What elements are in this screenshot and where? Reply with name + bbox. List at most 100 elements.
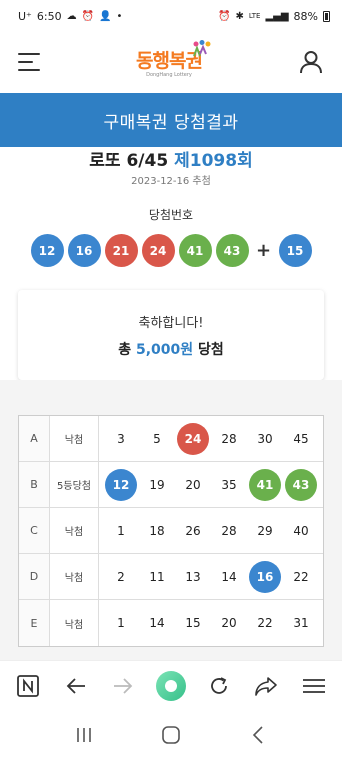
- draw-date: 2023-12-16 추첨: [131, 176, 211, 187]
- ticket-number: 2: [117, 569, 125, 584]
- android-nav-bar: [0, 710, 342, 760]
- status-left: U⁺ 6:50 ☁ ⏰ 👤 •: [18, 10, 122, 23]
- row-numbers: 2 11 13 14 16 22: [99, 560, 323, 593]
- ticket-number: 35: [221, 477, 237, 492]
- ticket-number: 11: [149, 569, 165, 584]
- dot-icon: •: [116, 10, 123, 22]
- winning-ball: 24: [141, 234, 175, 267]
- bonus-ball: 15: [278, 234, 312, 267]
- matched-number: 43: [285, 468, 317, 501]
- page-title-banner: 구매복권 당첨결과: [0, 93, 342, 147]
- result-card: 축하합니다! 총 5,000원 당첨: [18, 290, 324, 380]
- battery-percent: 88%: [293, 9, 318, 23]
- ticket-number: 5: [153, 431, 161, 446]
- winning-numbers: 12 16 21 24 41 43 + 15: [0, 234, 342, 267]
- row-label: D: [19, 554, 50, 599]
- ticket-table: A 낙첨 3 5 24 28 30 45 B 5등당첨 12 19 20 35 41 43 C 낙첨 1 18 26 28…: [18, 415, 324, 647]
- alarm-status-icon: ⏰: [217, 10, 231, 22]
- row-result: 낙첨: [50, 600, 99, 646]
- prize-suffix: 당첨: [198, 341, 224, 358]
- back-icon[interactable]: [61, 671, 91, 701]
- ticket-number: 28: [221, 431, 237, 446]
- forward-icon[interactable]: [108, 671, 138, 701]
- row-numbers: 1 14 15 20 22 31: [99, 607, 323, 639]
- ticket-number: 14: [149, 616, 165, 630]
- ticket-number: 31: [293, 616, 309, 630]
- home-icon[interactable]: [155, 670, 186, 701]
- ticket-number: 26: [185, 523, 201, 538]
- ticket-row: B 5등당첨 12 19 20 35 41 43: [19, 462, 323, 508]
- clock: 6:50: [36, 9, 62, 23]
- refresh-icon[interactable]: [204, 671, 234, 701]
- row-label: B: [19, 462, 50, 507]
- cloud-icon: ☁: [66, 10, 77, 22]
- prize-amount: 5,000원: [135, 341, 194, 358]
- person-icon: 👤: [99, 10, 112, 22]
- draw-round: 제1098회: [174, 151, 253, 171]
- row-result: 낙첨: [50, 554, 99, 599]
- ticket-number: 19: [149, 477, 165, 492]
- row-numbers: 1 18 26 28 29 40: [99, 515, 323, 547]
- row-result: 5등당첨: [50, 462, 99, 507]
- logo-subtitle: DongHang Lottery: [146, 72, 192, 78]
- battery-icon: [323, 10, 330, 22]
- recent-apps-icon[interactable]: [69, 720, 99, 750]
- ticket-row: E 낙첨 1 14 15 20 22 31: [19, 600, 323, 646]
- user-profile-icon[interactable]: [298, 49, 324, 75]
- back-nav-icon[interactable]: [243, 720, 273, 750]
- ticket-number: 20: [185, 477, 201, 492]
- status-right: ⏰ ✱ LTE ▂▄▆ 88%: [218, 10, 330, 23]
- ticket-number: 22: [293, 569, 309, 584]
- matched-number: 12: [105, 468, 137, 501]
- row-numbers: 12 19 20 35 41 43: [99, 468, 323, 501]
- ticket-number: 1: [117, 616, 125, 630]
- logo-figures-icon: [193, 40, 211, 57]
- ticket-number: 3: [117, 431, 125, 446]
- ticket-number: 15: [185, 616, 201, 630]
- row-result: 낙첨: [50, 416, 99, 461]
- network-label: LTE: [248, 12, 261, 20]
- naver-icon[interactable]: [13, 671, 43, 701]
- ticket-number: 20: [221, 616, 237, 630]
- row-result: 낙첨: [50, 508, 99, 553]
- ticket-number: 28: [221, 523, 237, 538]
- matched-number: 41: [249, 468, 281, 501]
- ticket-row: C 낙첨 1 18 26 28 29 40: [19, 508, 323, 554]
- ticket-number: 40: [293, 523, 309, 538]
- logo[interactable]: 동행복권 DongHang Lottery: [136, 40, 211, 78]
- ticket-number: 13: [185, 569, 201, 584]
- menu-icon[interactable]: [299, 671, 329, 701]
- matched-number: 24: [177, 422, 209, 455]
- winning-ball: 12: [30, 234, 64, 267]
- winning-numbers-label: 당첨번호: [148, 208, 194, 222]
- ticket-number: 22: [257, 616, 273, 630]
- row-label: E: [19, 600, 50, 646]
- congrats-message: 축하합니다!: [138, 315, 204, 331]
- draw-title: 로또 6/45 제1098회: [0, 146, 342, 171]
- ticket-number: 30: [257, 431, 273, 446]
- alarm-icon: ⏰: [81, 10, 95, 22]
- carrier-label: U⁺: [18, 9, 32, 23]
- status-bar: U⁺ 6:50 ☁ ⏰ 👤 • ⏰ ✱ LTE ▂▄▆ 88%: [0, 0, 342, 32]
- winning-ball: 21: [104, 234, 138, 267]
- row-label: C: [19, 508, 50, 553]
- winning-ball: 43: [215, 234, 249, 267]
- page-title: 구매복권 당첨결과: [103, 112, 239, 133]
- ticket-number: 29: [257, 523, 273, 538]
- ticket-number: 18: [149, 523, 165, 538]
- ticket-number: 45: [293, 431, 309, 446]
- row-label: A: [19, 416, 50, 461]
- home-button-icon[interactable]: [156, 720, 186, 750]
- ticket-row: A 낙첨 3 5 24 28 30 45: [19, 416, 323, 462]
- signal-icon: ▂▄▆: [265, 10, 289, 22]
- ticket-row: D 낙첨 2 11 13 14 16 22: [19, 554, 323, 600]
- hamburger-menu-icon[interactable]: [18, 53, 40, 71]
- row-numbers: 3 5 24 28 30 45: [99, 422, 323, 455]
- ticket-number: 1: [117, 523, 125, 538]
- winning-ball: 41: [178, 234, 212, 267]
- bluetooth-icon: ✱: [235, 10, 244, 22]
- app-header: 동행복권 DongHang Lottery: [0, 32, 342, 92]
- plus-sign: +: [255, 240, 272, 261]
- share-icon[interactable]: [251, 671, 281, 701]
- prize-summary: 총 5,000원 당첨: [118, 339, 224, 359]
